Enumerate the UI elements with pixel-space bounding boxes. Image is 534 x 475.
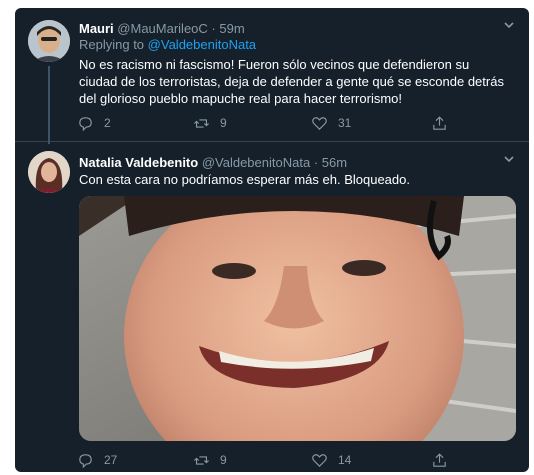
like-button[interactable]: 14 [311,450,351,470]
retweet-button[interactable]: 9 [193,450,227,470]
like-count: 31 [338,116,352,130]
retweet-count: 9 [220,116,227,130]
display-name[interactable]: Natalia Valdebenito [79,155,198,170]
tweet-header: Mauri @MauMarileoC · 59m [79,20,245,37]
tweet-actions: 27 9 14 [75,450,495,470]
timestamp[interactable]: 56m [322,155,347,170]
retweet-icon [194,455,209,465]
reply-button[interactable]: 2 [77,113,111,133]
like-icon [312,453,327,467]
share-button[interactable] [431,450,448,470]
like-button[interactable]: 31 [311,113,351,133]
avatar[interactable] [28,151,70,193]
chevron-down-icon[interactable] [503,18,515,34]
display-name[interactable]: Mauri [79,21,114,36]
tweet-natalia[interactable]: Natalia Valdebenito @ValdebenitoNata · 5… [15,142,529,472]
tweet-media-photo[interactable] [79,196,516,441]
like-icon [312,116,327,130]
timestamp[interactable]: 59m [219,21,244,36]
share-icon [433,452,446,467]
timeline-frame: Mauri @MauMarileoC · 59m Replying to @Va… [15,8,529,472]
reply-button[interactable]: 27 [77,450,117,470]
handle[interactable]: @MauMarileoC [117,21,208,36]
reply-count: 2 [104,116,111,130]
tweet-text: Con esta cara no podríamos esperar más e… [79,172,410,187]
reply-icon [79,116,92,131]
share-icon [433,115,446,130]
reply-icon [79,453,92,468]
retweet-icon [194,118,209,128]
like-count: 14 [338,453,352,467]
avatar[interactable] [28,20,70,62]
tweet-mauri[interactable]: Mauri @MauMarileoC · 59m Replying to @Va… [15,8,529,144]
retweet-button[interactable]: 9 [193,113,227,133]
chevron-down-icon[interactable] [503,152,515,168]
tweet-text: No es racismo ni fascismo! Fueron sólo v… [79,57,504,106]
tweet-actions: 2 9 31 [75,113,495,133]
replying-to-link[interactable]: @ValdebenitoNata [148,37,256,52]
separator-dot: · [211,21,216,36]
reply-count: 27 [104,453,118,467]
share-button[interactable] [431,113,448,133]
separator-dot: · [313,155,319,170]
replying-prefix: Replying to [79,37,145,52]
handle[interactable]: @ValdebenitoNata [202,155,310,170]
replying-to: Replying to @ValdebenitoNata [79,37,256,52]
retweet-count: 9 [220,453,227,467]
thread-connector [48,66,50,144]
tweet-header: Natalia Valdebenito @ValdebenitoNata · 5… [79,154,347,171]
